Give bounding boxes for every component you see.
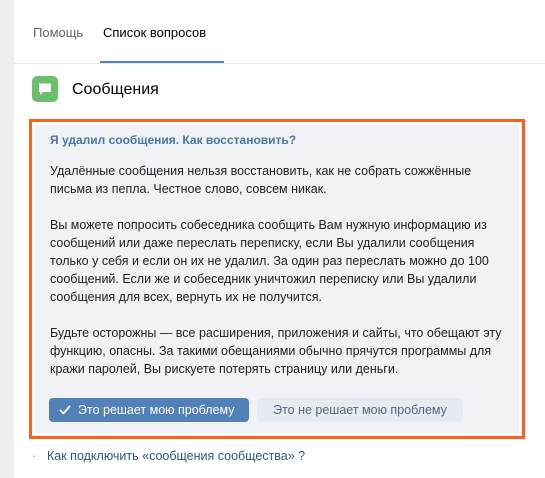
help-page: Помощь Список вопросов Сообщения Я удали… [14,0,545,478]
answer-paragraph: Удалённые сообщения нельзя восстановить,… [50,162,520,198]
answer-card: Я удалил сообщения. Как восстановить? Уд… [35,125,519,433]
active-tab-indicator [100,61,224,63]
answer-line: письма из пепла. Честное слово, совсем н… [50,182,327,196]
answer-line: функцию, опасны. За такими обещаниями об… [50,344,492,358]
answer-line: Удалённые сообщения нельзя восстановить,… [50,164,472,178]
highlight-frame: Я удалил сообщения. Как восстановить? Уд… [29,119,525,439]
checkmark-icon [59,405,71,415]
solves-problem-label: Это решает мою проблему [78,403,235,417]
answer-line: сообщений. Если же и собеседник уничтожи… [50,272,477,286]
section-title: Сообщения [72,81,159,98]
answer-paragraph: Вы можете попросить собеседника сообщить… [50,216,520,306]
question-title[interactable]: Я удалил сообщения. Как восстановить? [50,132,296,148]
solves-problem-button[interactable]: Это решает мою проблему [49,398,249,422]
answer-paragraph: Будьте осторожны — все расширения, прило… [50,324,520,378]
tab-help[interactable]: Помощь [33,25,83,41]
related-question-link[interactable]: Как подключить «сообщения сообщества» ? [47,448,305,464]
bullet-icon: · [32,449,37,463]
answer-line: Будьте осторожны — все расширения, прило… [50,326,502,340]
answer-line: только у себя и если он их не удалил. За… [50,254,489,268]
not-solves-problem-button[interactable]: Это не решает мою проблему [257,398,463,422]
tabs-bar: Помощь Список вопросов [14,0,545,64]
tab-questions-list[interactable]: Список вопросов [103,25,206,41]
answer-line: кражи паролей, Вы рискуете потерять стра… [50,362,399,376]
message-bubble-icon [32,76,58,102]
answer-line: сообщений или даже переслать переписку, … [50,236,475,250]
answer-line: Вы можете попросить собеседника сообщить… [50,218,487,232]
answer-text: Удалённые сообщения нельзя восстановить,… [50,162,520,396]
answer-line: сообщения для всех, вернуть их не получи… [50,290,322,304]
